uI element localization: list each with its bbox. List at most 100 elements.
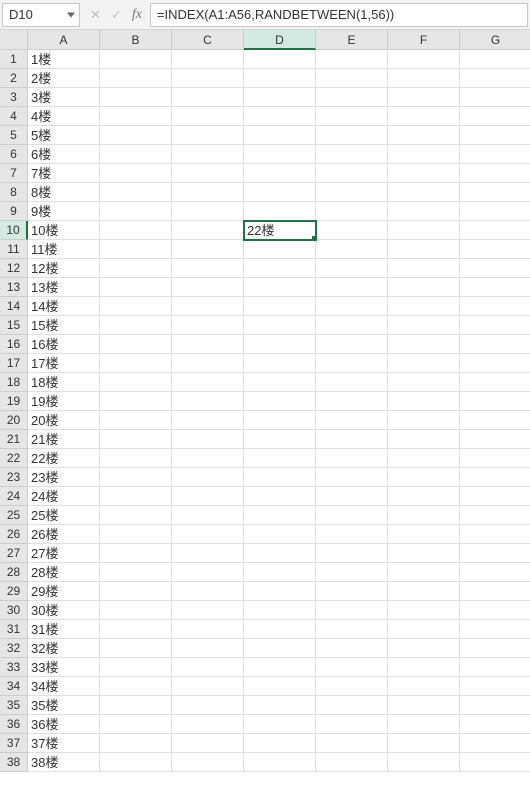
cell-A16[interactable]: 16楼 — [28, 335, 100, 354]
cell-C18[interactable] — [172, 373, 244, 392]
enter-icon[interactable]: ✓ — [111, 7, 122, 23]
row-header-4[interactable]: 4 — [0, 107, 28, 126]
row-header-18[interactable]: 18 — [0, 373, 28, 392]
cell-B2[interactable] — [100, 69, 172, 88]
cell-D19[interactable] — [244, 392, 316, 411]
cell-G8[interactable] — [460, 183, 530, 202]
row-header-38[interactable]: 38 — [0, 753, 28, 772]
cell-D14[interactable] — [244, 297, 316, 316]
cell-F27[interactable] — [388, 544, 460, 563]
row-header-28[interactable]: 28 — [0, 563, 28, 582]
cell-A7[interactable]: 7楼 — [28, 164, 100, 183]
cell-F26[interactable] — [388, 525, 460, 544]
cell-D26[interactable] — [244, 525, 316, 544]
cell-G25[interactable] — [460, 506, 530, 525]
column-header-E[interactable]: E — [316, 30, 388, 50]
cell-G3[interactable] — [460, 88, 530, 107]
row-header-19[interactable]: 19 — [0, 392, 28, 411]
cell-E33[interactable] — [316, 658, 388, 677]
cell-G16[interactable] — [460, 335, 530, 354]
cell-C29[interactable] — [172, 582, 244, 601]
cell-A22[interactable]: 22楼 — [28, 449, 100, 468]
cell-F30[interactable] — [388, 601, 460, 620]
cell-B6[interactable] — [100, 145, 172, 164]
column-header-G[interactable]: G — [460, 30, 530, 50]
cell-B28[interactable] — [100, 563, 172, 582]
cell-G35[interactable] — [460, 696, 530, 715]
cell-E38[interactable] — [316, 753, 388, 772]
cell-A19[interactable]: 19楼 — [28, 392, 100, 411]
cell-F4[interactable] — [388, 107, 460, 126]
cell-D36[interactable] — [244, 715, 316, 734]
cell-C2[interactable] — [172, 69, 244, 88]
cell-A13[interactable]: 13楼 — [28, 278, 100, 297]
cell-G34[interactable] — [460, 677, 530, 696]
cell-B17[interactable] — [100, 354, 172, 373]
cell-C32[interactable] — [172, 639, 244, 658]
cell-B23[interactable] — [100, 468, 172, 487]
cell-C31[interactable] — [172, 620, 244, 639]
row-header-36[interactable]: 36 — [0, 715, 28, 734]
cell-G33[interactable] — [460, 658, 530, 677]
cell-D2[interactable] — [244, 69, 316, 88]
cell-C30[interactable] — [172, 601, 244, 620]
cell-E31[interactable] — [316, 620, 388, 639]
cell-E6[interactable] — [316, 145, 388, 164]
cell-D28[interactable] — [244, 563, 316, 582]
cell-D29[interactable] — [244, 582, 316, 601]
cell-E28[interactable] — [316, 563, 388, 582]
cell-D22[interactable] — [244, 449, 316, 468]
cell-G10[interactable] — [460, 221, 530, 240]
cell-E10[interactable] — [316, 221, 388, 240]
row-header-29[interactable]: 29 — [0, 582, 28, 601]
cell-G22[interactable] — [460, 449, 530, 468]
cell-G11[interactable] — [460, 240, 530, 259]
cell-G26[interactable] — [460, 525, 530, 544]
cell-F16[interactable] — [388, 335, 460, 354]
cell-F3[interactable] — [388, 88, 460, 107]
cell-E2[interactable] — [316, 69, 388, 88]
cell-B5[interactable] — [100, 126, 172, 145]
cell-A25[interactable]: 25楼 — [28, 506, 100, 525]
cell-C23[interactable] — [172, 468, 244, 487]
cell-B13[interactable] — [100, 278, 172, 297]
cell-A18[interactable]: 18楼 — [28, 373, 100, 392]
cell-B22[interactable] — [100, 449, 172, 468]
cell-F23[interactable] — [388, 468, 460, 487]
cell-A6[interactable]: 6楼 — [28, 145, 100, 164]
cell-C38[interactable] — [172, 753, 244, 772]
cell-D15[interactable] — [244, 316, 316, 335]
cell-B11[interactable] — [100, 240, 172, 259]
cell-E34[interactable] — [316, 677, 388, 696]
cell-F29[interactable] — [388, 582, 460, 601]
cell-C26[interactable] — [172, 525, 244, 544]
cell-D3[interactable] — [244, 88, 316, 107]
cell-E21[interactable] — [316, 430, 388, 449]
cell-F14[interactable] — [388, 297, 460, 316]
cell-D17[interactable] — [244, 354, 316, 373]
cell-E29[interactable] — [316, 582, 388, 601]
cell-B14[interactable] — [100, 297, 172, 316]
cell-D34[interactable] — [244, 677, 316, 696]
cell-F25[interactable] — [388, 506, 460, 525]
cell-B15[interactable] — [100, 316, 172, 335]
cell-B16[interactable] — [100, 335, 172, 354]
cell-C7[interactable] — [172, 164, 244, 183]
cell-E9[interactable] — [316, 202, 388, 221]
row-header-12[interactable]: 12 — [0, 259, 28, 278]
cell-E25[interactable] — [316, 506, 388, 525]
cell-C33[interactable] — [172, 658, 244, 677]
row-header-17[interactable]: 17 — [0, 354, 28, 373]
cell-B21[interactable] — [100, 430, 172, 449]
cell-B32[interactable] — [100, 639, 172, 658]
cell-C11[interactable] — [172, 240, 244, 259]
cell-F35[interactable] — [388, 696, 460, 715]
row-header-9[interactable]: 9 — [0, 202, 28, 221]
cell-G9[interactable] — [460, 202, 530, 221]
cell-B1[interactable] — [100, 50, 172, 69]
cell-G30[interactable] — [460, 601, 530, 620]
cell-D8[interactable] — [244, 183, 316, 202]
row-header-34[interactable]: 34 — [0, 677, 28, 696]
formula-input[interactable]: =INDEX(A1:A56,RANDBETWEEN(1,56)) — [150, 3, 528, 27]
cell-A3[interactable]: 3楼 — [28, 88, 100, 107]
